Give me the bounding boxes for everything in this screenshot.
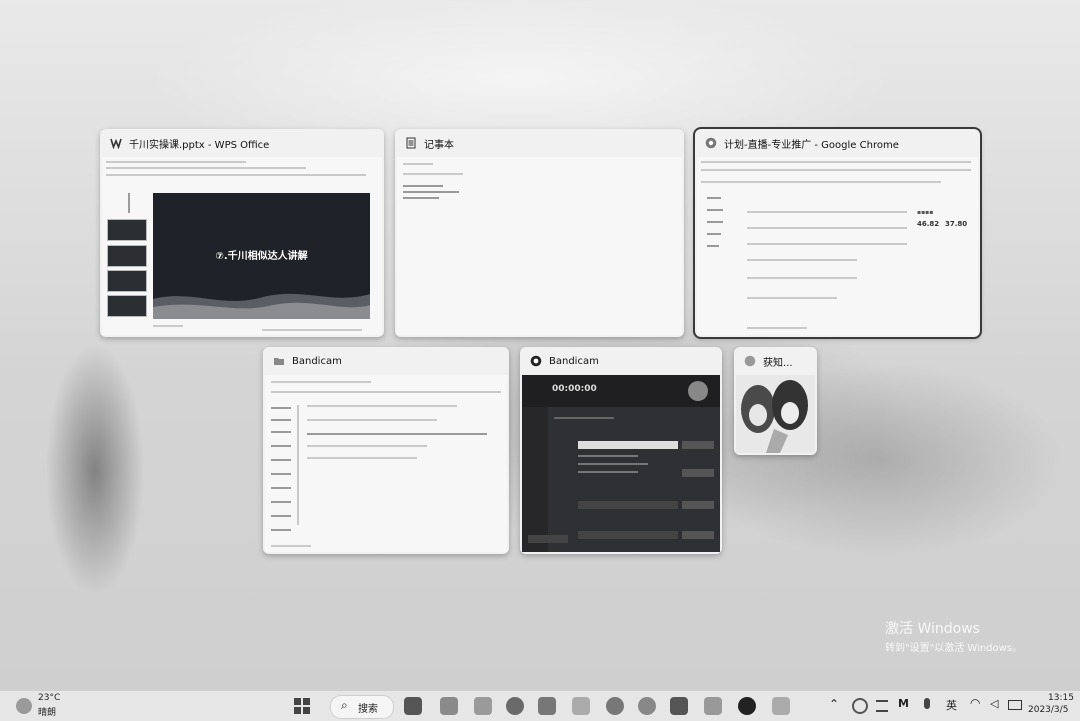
window-title: 获知...: [763, 357, 793, 369]
chevron-up-icon[interactable]: ⌃: [829, 697, 839, 711]
metric-value-b: 37.80: [945, 220, 968, 228]
photo-preview: [741, 380, 808, 453]
cloud-icon[interactable]: [572, 697, 590, 715]
wps-taskbar-icon[interactable]: [670, 697, 688, 715]
window-wps-office[interactable]: 千川实操课.pptx - WPS Office ⑦.千川相似达人讲解: [100, 129, 384, 337]
slide-title: ⑦.千川相似达人讲解: [215, 251, 308, 262]
metric-label: ▪▪▪▪: [917, 209, 934, 216]
search-icon: ⌕: [341, 698, 348, 712]
clock-date[interactable]: 2023/3/5: [1028, 705, 1068, 715]
slide-thumbnail: [107, 295, 147, 317]
tray-icon[interactable]: [852, 698, 868, 714]
search-label: 搜索: [358, 704, 378, 715]
ime-indicator[interactable]: 英: [946, 697, 957, 713]
window-titlebar[interactable]: 获知...: [734, 347, 817, 375]
slide-thumbnail: [107, 270, 147, 292]
window-title: 记事本: [424, 139, 454, 151]
notepad-taskbar-icon[interactable]: [772, 697, 790, 715]
record-button: [688, 381, 708, 401]
tray-icon[interactable]: M: [898, 697, 909, 710]
store-icon[interactable]: [538, 697, 556, 715]
window-preview: ▪▪▪▪ 46.82 37.80: [697, 157, 978, 335]
task-view-icon[interactable]: [404, 697, 422, 715]
window-title: Bandicam: [549, 355, 599, 367]
slide-preview: ⑦.千川相似达人讲解: [153, 193, 370, 319]
desktop-background: [0, 0, 1080, 690]
window-notepad[interactable]: 记事本: [395, 129, 684, 337]
weather-description[interactable]: 晴朗: [38, 705, 56, 718]
window-title: Bandicam: [292, 355, 342, 367]
tray-icon[interactable]: [876, 700, 888, 712]
window-titlebar[interactable]: Bandicam: [520, 347, 722, 375]
app-taskbar-icon[interactable]: [638, 697, 656, 715]
window-preview: [736, 375, 815, 453]
weather-icon[interactable]: [16, 698, 32, 714]
metric-value-a: 46.82: [917, 220, 940, 228]
search-box[interactable]: ⌕ 搜索: [330, 695, 394, 719]
window-preview: [265, 375, 507, 552]
file-explorer-icon[interactable]: [440, 697, 458, 715]
slide-thumbnail: [107, 245, 147, 267]
window-preview: 00:00:00: [522, 375, 720, 552]
window-dongzhi[interactable]: 获知...: [734, 347, 817, 455]
slide-wave-decoration: [153, 293, 370, 319]
wps-icon: [110, 138, 122, 149]
microphone-icon[interactable]: [924, 698, 930, 709]
folder-icon: [274, 358, 284, 365]
window-title: 计划-直播-专业推广 - Google Chrome: [724, 139, 899, 151]
volume-icon[interactable]: ◁: [990, 697, 998, 710]
bandicam-icon: [530, 355, 542, 367]
activation-watermark-subtitle: 转到"设置"以激活 Windows。: [885, 643, 1023, 654]
notepad-icon: [406, 137, 416, 149]
folder-taskbar-icon[interactable]: [704, 697, 722, 715]
edge-icon[interactable]: [506, 697, 524, 715]
window-bandicam-explorer[interactable]: Bandicam: [263, 347, 509, 554]
chat-icon[interactable]: [474, 697, 492, 715]
recording-timer: 00:00:00: [552, 384, 597, 394]
window-google-chrome[interactable]: 计划-直播-专业推广 - Google Chrome ▪▪▪▪ 46.82 37…: [693, 127, 982, 339]
taskbar: 23°C 晴朗 ⌕ 搜索 ⌃ M 英 ◠ ◁ 13:15 2023/3/5: [0, 690, 1080, 721]
weather-temperature[interactable]: 23°C: [38, 693, 60, 703]
battery-icon[interactable]: [1008, 700, 1022, 710]
window-title: 千川实操课.pptx - WPS Office: [129, 139, 270, 151]
bandicam-taskbar-icon[interactable]: [738, 697, 756, 715]
slide-thumbnail: [107, 219, 147, 241]
window-preview: ⑦.千川相似达人讲解: [102, 157, 382, 335]
window-titlebar[interactable]: Bandicam: [263, 347, 509, 375]
chrome-taskbar-icon[interactable]: [606, 697, 624, 715]
app-icon: [744, 355, 756, 367]
start-icon[interactable]: [293, 697, 311, 715]
clock-time[interactable]: 13:15: [1048, 693, 1074, 703]
activation-watermark-title: 激活 Windows: [885, 621, 980, 637]
window-preview: [397, 157, 682, 335]
wifi-icon[interactable]: ◠: [970, 696, 980, 710]
chrome-icon: [705, 137, 717, 149]
window-titlebar[interactable]: 计划-直播-专业推广 - Google Chrome: [695, 129, 980, 157]
window-titlebar[interactable]: 千川实操课.pptx - WPS Office: [100, 129, 384, 157]
window-titlebar[interactable]: 记事本: [395, 129, 684, 157]
window-bandicam-app[interactable]: Bandicam 00:00:00: [520, 347, 722, 554]
